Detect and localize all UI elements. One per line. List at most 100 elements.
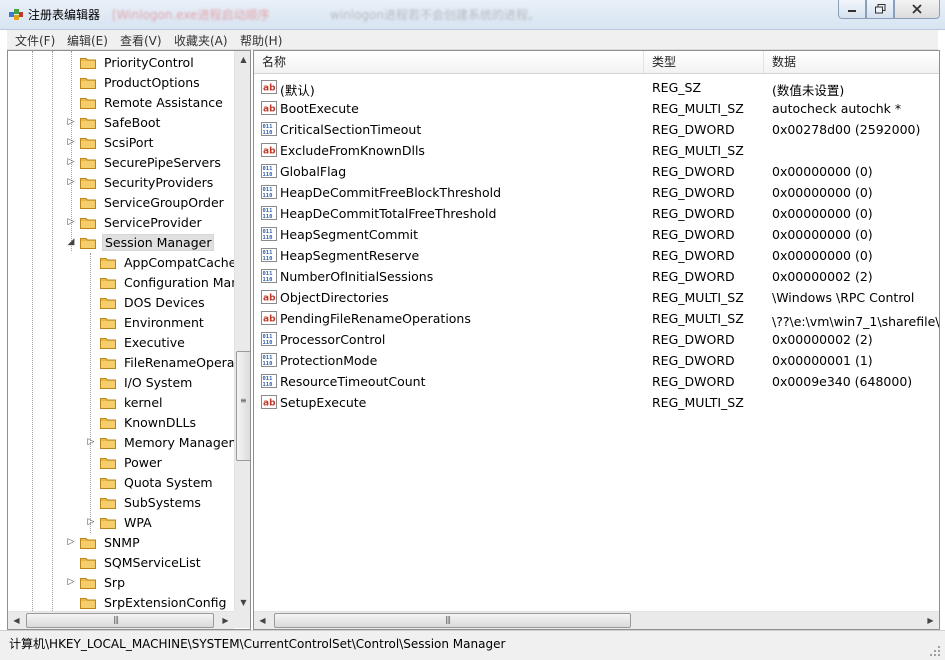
scroll-down-arrow-icon[interactable]: ▼ xyxy=(235,594,250,611)
collapse-arrow-icon[interactable]: ◢ xyxy=(66,237,76,247)
value-row[interactable]: ab (默认) REG_SZ (数值未设置) xyxy=(254,77,939,98)
folder-icon xyxy=(100,436,116,449)
scroll-left-arrow-icon[interactable]: ◀ xyxy=(8,612,25,629)
tree-item[interactable]: ▷ SafeBoot xyxy=(66,112,162,132)
tree-item[interactable]: Remote Assistance xyxy=(66,92,225,112)
menu-view[interactable]: 查看(V) xyxy=(120,32,162,49)
value-row[interactable]: 011 110 HeapDeCommitFreeBlockThreshold REG_… xyxy=(254,182,939,203)
tree-item[interactable]: AppCompatCache xyxy=(86,252,238,272)
maximize-button[interactable] xyxy=(866,0,894,19)
string-value-icon: ab xyxy=(261,395,277,409)
tree-item[interactable]: SrpExtensionConfig xyxy=(66,592,228,612)
tree-item[interactable]: ◢ Session Manager xyxy=(66,232,215,252)
tree-item[interactable]: ▷ SecurePipeServers xyxy=(66,152,223,172)
value-row[interactable]: 011 110 GlobalFlag REG_DWORD 0x00000000 (0) xyxy=(254,161,939,182)
menu-help[interactable]: 帮助(H) xyxy=(240,32,282,49)
tree-vertical-scroll-thumb[interactable]: ≡ xyxy=(236,351,250,461)
value-row[interactable]: 011 110 ResourceTimeoutCount REG_DWORD 0x000… xyxy=(254,371,939,392)
tree-item[interactable]: PriorityControl xyxy=(66,52,196,72)
close-button[interactable] xyxy=(894,0,940,19)
tree-item[interactable]: Quota System xyxy=(86,472,215,492)
tree-vertical-scrollbar[interactable]: ▲ ≡ ▼ xyxy=(234,51,250,611)
regedit-icon xyxy=(9,9,23,20)
menu-edit[interactable]: 编辑(E) xyxy=(67,32,108,49)
menu-favorites[interactable]: 收藏夹(A) xyxy=(174,32,228,49)
registry-tree[interactable]: PriorityControl ProductOptions Remote Assi… xyxy=(7,50,251,630)
expand-arrow-icon[interactable]: ▷ xyxy=(66,157,76,167)
expand-arrow-icon[interactable]: ▷ xyxy=(66,137,76,147)
title-bar[interactable]: 注册表编辑器 [Winlogon.exe进程启动顺序 winlogon进程若不会… xyxy=(0,0,945,30)
values-list[interactable]: 名称 类型 数据 ab (默认) REG_SZ (数值未设置) ab BootExecut… xyxy=(253,50,940,630)
tree-item-label: Power xyxy=(124,454,162,470)
expand-arrow-icon[interactable]: ▷ xyxy=(66,537,76,547)
value-row[interactable]: 011 110 ProtectionMode REG_DWORD 0x00000001 … xyxy=(254,350,939,371)
tree-item[interactable]: Configuration Mana xyxy=(86,272,249,292)
tree-item[interactable]: ProductOptions xyxy=(66,72,202,92)
tree-item[interactable]: FileRenameOperatio xyxy=(86,352,250,372)
minimize-button[interactable] xyxy=(838,0,866,19)
value-row[interactable]: 011 110 ProcessorControl REG_DWORD 0x0000000… xyxy=(254,329,939,350)
tree-item[interactable]: ▷ ScsiPort xyxy=(66,132,156,152)
expand-arrow-icon[interactable]: ▷ xyxy=(66,577,76,587)
value-row[interactable]: ab SetupExecute REG_MULTI_SZ xyxy=(254,392,939,413)
tree-item[interactable]: ▷ Memory Managem xyxy=(86,432,243,452)
value-row[interactable]: ab BootExecute REG_MULTI_SZ autocheck autoc… xyxy=(254,98,939,119)
svg-text:ab: ab xyxy=(263,147,276,157)
value-row[interactable]: 011 110 HeapSegmentCommit REG_DWORD 0x000000… xyxy=(254,224,939,245)
scroll-right-arrow-icon[interactable]: ▶ xyxy=(922,612,939,629)
value-name: (默认) xyxy=(280,83,315,98)
folder-icon xyxy=(80,556,96,569)
expand-arrow-icon[interactable]: ▷ xyxy=(66,217,76,227)
value-row[interactable]: ab ExcludeFromKnownDlls REG_MULTI_SZ xyxy=(254,140,939,161)
tree-item[interactable]: SQMServiceList xyxy=(66,552,203,572)
binary-value-icon: 011 110 xyxy=(261,332,277,346)
column-header-type[interactable]: 类型 xyxy=(644,51,764,73)
value-type: REG_DWORD xyxy=(652,185,735,200)
value-row[interactable]: 011 110 HeapSegmentReserve REG_DWORD 0x00000… xyxy=(254,245,939,266)
expand-arrow-icon[interactable]: ▷ xyxy=(66,177,76,187)
scroll-right-arrow-icon[interactable]: ▶ xyxy=(217,612,234,629)
tree-item[interactable]: Power xyxy=(86,452,164,472)
expand-arrow-icon[interactable]: ▷ xyxy=(86,517,96,527)
expand-arrow-icon[interactable]: ▷ xyxy=(66,117,76,127)
tree-item[interactable]: ▷ ServiceProvider xyxy=(66,212,204,232)
tree-item[interactable]: I/O System xyxy=(86,372,194,392)
tree-item-label: DOS Devices xyxy=(124,294,205,310)
tree-item[interactable]: ▷ Srp xyxy=(66,572,127,592)
list-horizontal-scroll-thumb[interactable]: ||| xyxy=(274,613,631,628)
svg-text:ab: ab xyxy=(263,294,276,304)
tree-item[interactable]: ▷ SNMP xyxy=(66,532,142,552)
value-row[interactable]: 011 110 HeapDeCommitTotalFreeThreshold REG_… xyxy=(254,203,939,224)
column-header-name[interactable]: 名称 xyxy=(254,51,644,73)
tree-item[interactable]: KnownDLLs xyxy=(86,412,198,432)
tree-item[interactable]: Environment xyxy=(86,312,206,332)
tree-item[interactable]: Executive xyxy=(86,332,187,352)
value-row[interactable]: ab ObjectDirectories REG_MULTI_SZ \Windows … xyxy=(254,287,939,308)
tree-item[interactable]: kernel xyxy=(86,392,165,412)
folder-icon xyxy=(100,476,116,489)
value-row[interactable]: 011 110 CriticalSectionTimeout REG_DWORD 0x0… xyxy=(254,119,939,140)
column-header-data[interactable]: 数据 xyxy=(764,51,939,73)
tree-item[interactable]: SubSystems xyxy=(86,492,203,512)
window-title-obscured-2: winlogon进程若不会创建系统的进程。 xyxy=(330,8,540,22)
value-row[interactable]: ab PendingFileRenameOperations REG_MULTI_S… xyxy=(254,308,939,329)
svg-text:110: 110 xyxy=(263,214,273,220)
scroll-up-arrow-icon[interactable]: ▲ xyxy=(235,51,250,68)
tree-item-label: Srp xyxy=(104,574,126,590)
tree-item[interactable]: ▷ SecurityProviders xyxy=(66,172,215,192)
tree-item[interactable]: DOS Devices xyxy=(86,292,207,312)
tree-horizontal-scroll-thumb[interactable]: ||| xyxy=(26,613,214,628)
list-horizontal-scrollbar[interactable]: ◀ ||| ▶ xyxy=(254,611,939,629)
scroll-left-arrow-icon[interactable]: ◀ xyxy=(254,612,271,629)
tree-item-label: SubSystems xyxy=(124,494,201,510)
menu-file[interactable]: 文件(F) xyxy=(15,32,55,49)
svg-text:ab: ab xyxy=(263,399,276,409)
tree-item-label: Executive xyxy=(124,334,185,350)
tree-item[interactable]: ▷ WPA xyxy=(86,512,154,532)
value-row[interactable]: 011 110 NumberOfInitialSessions REG_DWORD 0x… xyxy=(254,266,939,287)
resize-grip-icon[interactable] xyxy=(929,645,941,657)
tree-item[interactable]: ServiceGroupOrder xyxy=(66,192,226,212)
tree-item-label: Environment xyxy=(124,314,204,330)
expand-arrow-icon[interactable]: ▷ xyxy=(86,437,96,447)
tree-horizontal-scrollbar[interactable]: ◀ ||| ▶ xyxy=(8,611,234,629)
